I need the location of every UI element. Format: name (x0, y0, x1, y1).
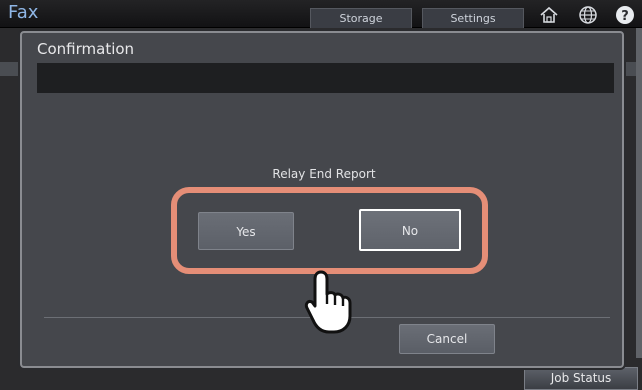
home-icon[interactable] (538, 5, 560, 25)
highlight-outline (171, 187, 488, 274)
tab-settings[interactable]: Settings (422, 8, 524, 28)
tab-storage[interactable]: Storage (310, 8, 412, 28)
help-icon[interactable]: ? (614, 5, 636, 25)
prompt-text: Relay End Report (272, 167, 376, 181)
pointing-hand-icon (299, 268, 359, 336)
cancel-button[interactable]: Cancel (399, 324, 495, 354)
job-status-button[interactable]: Job Status (524, 367, 638, 390)
top-bar: Fax Storage Settings ? (0, 0, 642, 28)
globe-icon[interactable] (577, 5, 599, 25)
dialog-title: Confirmation (37, 40, 135, 58)
message-area (37, 63, 614, 93)
background-scrollbar (636, 28, 642, 358)
svg-text:?: ? (621, 9, 629, 24)
app-title: Fax (8, 2, 39, 23)
